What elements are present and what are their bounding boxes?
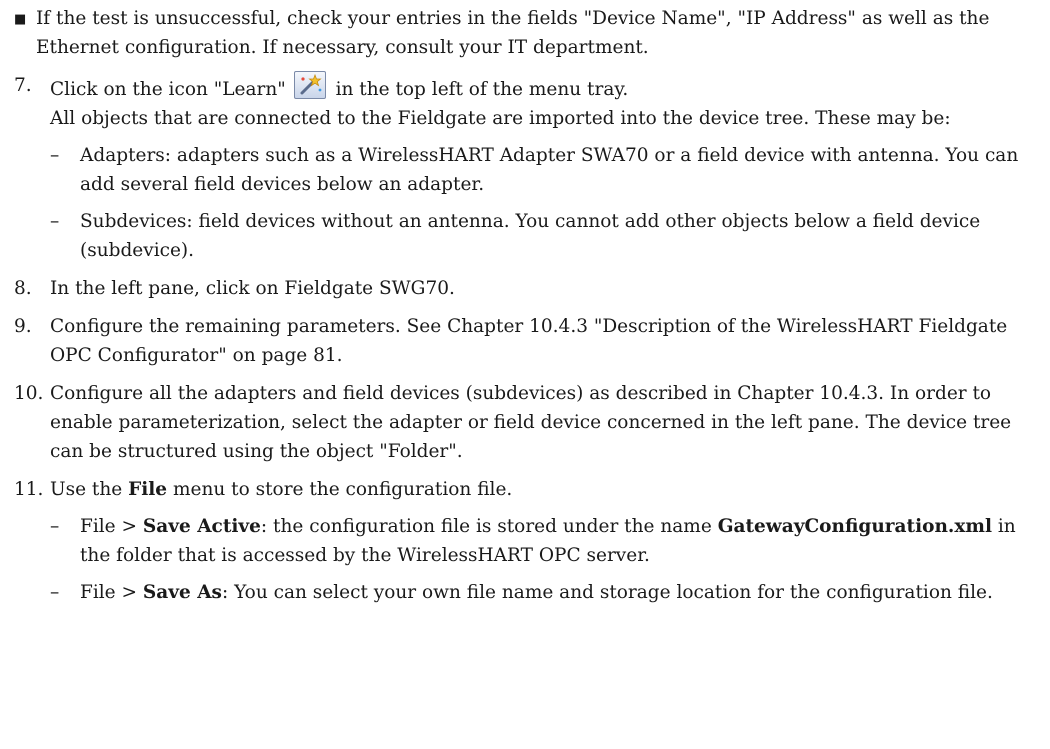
step-text: Configure all the adapters and field dev… [50,383,1012,462]
file-menu-label: File [128,479,168,500]
learn-wand-icon [293,71,326,99]
step-number: 11. [14,479,44,500]
step-10: 10. Configure all the adapters and field… [14,379,1040,466]
save-as-label: Save As [142,582,222,603]
step-9: 9. Configure the remaining parameters. S… [14,312,1040,370]
list-item: – File > Save As: You can select your ow… [50,582,993,603]
list-item: – Adapters: adapters such as a WirelessH… [50,145,1019,195]
step-7-instruction: Click on the icon "Learn" in the top lef… [50,71,1040,104]
step-11: 11. Use the File menu to store the confi… [14,475,1040,607]
step-7-result: All objects that are connected to the Fi… [50,108,951,129]
save-active-label: Save Active [142,516,261,537]
bullet-item: ■ If the test is unsuccessful, check you… [14,4,1040,62]
bullet-marker: ■ [14,12,27,27]
list-item: – File > Save Active: the configuration … [50,516,1016,566]
step-7: 7. Click on the icon "Learn" in the top … [14,71,1040,265]
step-number: 8. [14,278,32,299]
bullet-text: If the test is unsuccessful, check your … [36,8,990,58]
step-8: 8. In the left pane, click on Fieldgate … [14,274,1040,303]
step-number: 10. [14,383,44,404]
list-item: – Subdevices: field devices without an a… [50,211,981,261]
step-number: 7. [14,75,32,96]
step-text: Configure the remaining parameters. See … [50,316,1008,366]
step-11-instruction: Use the File menu to store the configura… [50,479,513,500]
filename-label: GatewayConfiguration.xml [717,516,992,537]
save-options-list: – File > Save Active: the configuration … [50,512,1040,607]
object-type-list: – Adapters: adapters such as a WirelessH… [50,141,1040,265]
manual-page: ■ If the test is unsuccessful, check you… [0,0,1050,607]
step-number: 9. [14,316,32,337]
step-text: In the left pane, click on Fieldgate SWG… [50,278,455,299]
